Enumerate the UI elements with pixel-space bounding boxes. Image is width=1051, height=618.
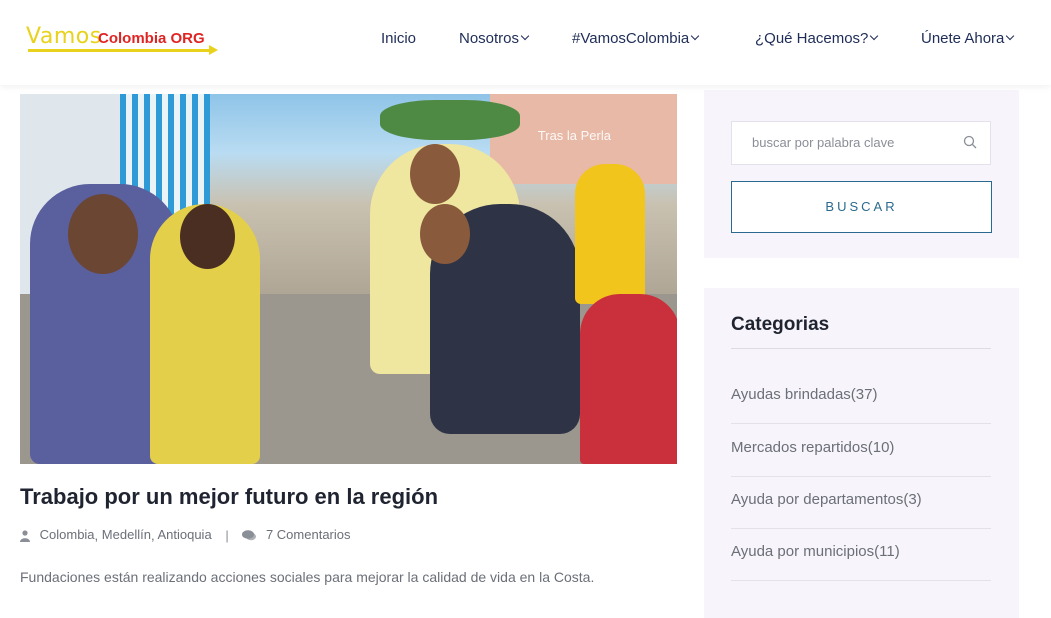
- tag-separator: ,: [94, 528, 99, 544]
- comments-icon: [242, 530, 257, 541]
- search-box: [731, 121, 991, 165]
- tag-link-colombia[interactable]: Colombia: [40, 527, 95, 542]
- image-watermark: Tras la Perla: [537, 128, 611, 143]
- image-face-4: [420, 204, 470, 264]
- nav-item-vamoscolombia[interactable]: #VamosColombia: [572, 30, 700, 50]
- category-label: Ayuda por municipios(11): [731, 543, 900, 560]
- categories-divider: [731, 348, 991, 349]
- search-widget: BUSCAR: [704, 90, 1019, 258]
- image-face-3: [410, 144, 460, 204]
- image-trees: [380, 100, 520, 140]
- tag-separator: ,: [150, 528, 155, 544]
- chevron-down-icon: [1006, 31, 1015, 41]
- category-item[interactable]: Ayuda por municipios(11): [731, 529, 991, 581]
- site-logo[interactable]: Vamos Colombia ORG: [26, 24, 221, 58]
- nav-item-nosotros[interactable]: Nosotros: [459, 30, 530, 50]
- nav-label: Inicio: [381, 30, 417, 47]
- chevron-down-icon: [520, 31, 530, 41]
- category-label: Ayuda por departamentos(3): [731, 491, 922, 508]
- comments-link[interactable]: 7 Comentarios: [266, 527, 351, 542]
- tag-link-antioquia[interactable]: Antioquia: [157, 527, 211, 542]
- chevron-down-icon: [870, 31, 879, 41]
- nav-item-que-hacemos[interactable]: ¿Qué Hacemos?: [755, 30, 879, 50]
- category-item[interactable]: Mercados repartidos(10): [731, 425, 991, 477]
- logo-arrow-line: [28, 49, 211, 52]
- nav-label: ¿Qué Hacemos?: [755, 30, 869, 47]
- category-label: Ayudas brindadas(37): [731, 386, 878, 403]
- categories-title: Categorias: [731, 314, 830, 335]
- tag-link-medellin[interactable]: Medellín: [102, 527, 151, 542]
- search-input[interactable]: [750, 134, 954, 151]
- logo-word-vamos: Vamos: [26, 24, 102, 49]
- category-item[interactable]: Ayudas brindadas(37): [731, 372, 991, 424]
- nav-item-unete-ahora[interactable]: Únete Ahora: [921, 30, 1015, 50]
- search-button[interactable]: BUSCAR: [731, 181, 992, 233]
- nav-label: #VamosColombia: [572, 30, 690, 47]
- post-featured-image[interactable]: Tras la Perla: [20, 94, 677, 464]
- categories-widget: Categorias Ayudas brindadas(37) Mercados…: [704, 288, 1019, 618]
- image-face-1: [68, 194, 138, 274]
- logo-arrow-head: [209, 45, 218, 55]
- nav-label: Únete Ahora: [921, 30, 1005, 47]
- post-meta: Colombia, Medellín, Antioquia | 7 Coment…: [20, 527, 351, 545]
- post-excerpt: Fundaciones están realizando acciones so…: [20, 569, 595, 585]
- image-person-6: [580, 294, 677, 464]
- search-icon[interactable]: [963, 135, 977, 149]
- image-face-2: [180, 204, 235, 269]
- meta-separator: |: [225, 528, 229, 544]
- chevron-down-icon: [691, 31, 700, 41]
- user-icon: [20, 529, 30, 542]
- nav-label: Nosotros: [459, 30, 520, 47]
- nav-item-inicio[interactable]: Inicio: [381, 30, 416, 50]
- logo-word-colombia-org: Colombia ORG: [98, 30, 205, 47]
- site-header: Vamos Colombia ORG Inicio Nosotros #Vamo…: [0, 0, 1051, 85]
- category-label: Mercados repartidos(10): [731, 439, 895, 456]
- post-title[interactable]: Trabajo por un mejor futuro en la región: [20, 484, 438, 510]
- category-item[interactable]: Ayuda por departamentos(3): [731, 477, 991, 529]
- image-person-5: [575, 164, 645, 304]
